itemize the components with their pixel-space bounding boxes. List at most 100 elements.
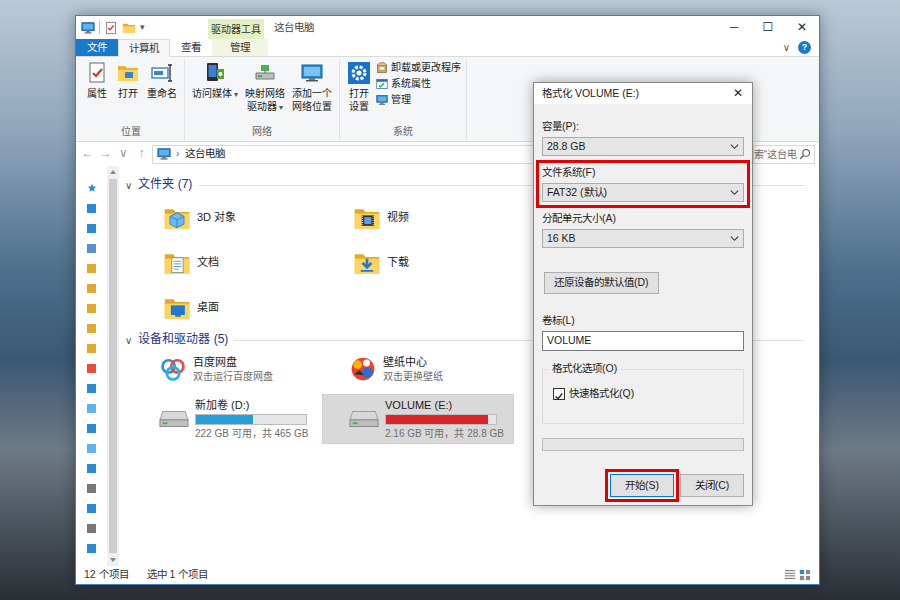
map-network-drive-button[interactable]: 映射网络驱动器▾ [243, 59, 287, 113]
folder-item[interactable]: 文档 [132, 240, 322, 285]
open-button[interactable]: 打开 [114, 59, 142, 101]
button-label-line: 设置 [349, 101, 369, 114]
ribbon-collapse-button[interactable]: ∨ [783, 41, 790, 54]
ribbon-tab[interactable]: 管理 [212, 39, 268, 56]
navigation-item-icon[interactable] [87, 404, 96, 413]
manage-button[interactable]: 管理 [376, 93, 461, 106]
add-network-location-button[interactable]: 添加一个网络位置 [290, 59, 334, 113]
breadcrumb-separator: › [176, 147, 180, 161]
ribbon-small-list: 卸载或更改程序系统属性管理 [376, 59, 461, 106]
item-cell: 文档 [132, 240, 322, 285]
rename-icon [150, 61, 174, 85]
scrollbar-thumb[interactable] [109, 179, 117, 553]
navigation-item-icon[interactable] [87, 464, 96, 473]
restore-defaults-button[interactable]: 还原设备的默认值(D) [544, 272, 659, 294]
chevron-down-icon [730, 188, 739, 197]
field-label: 卷标(L) [542, 314, 744, 327]
drive-text: 新加卷 (D:)222 GB 可用，共 465 GB [195, 398, 308, 440]
dropdown-caret: ▾ [234, 90, 238, 99]
maximize-button[interactable]: ☐ [751, 16, 785, 39]
folder-item[interactable]: 下载 [322, 240, 514, 285]
quick-access-dropdown[interactable]: ▾ [140, 22, 145, 34]
ribbon-tab[interactable]: 计算机 [118, 39, 170, 57]
details-view-icon[interactable] [784, 569, 796, 581]
recent-locations-button[interactable]: ∨ [116, 146, 131, 162]
navigation-item-icon[interactable] [87, 244, 96, 253]
folder-icon [122, 21, 136, 35]
help-button[interactable]: ? [798, 41, 811, 54]
navigation-item-icon[interactable] [87, 344, 96, 353]
dropdown-value: 16 KB [547, 232, 576, 246]
folder-item[interactable]: 3D 对象 [132, 195, 322, 240]
tiles-view-icon[interactable] [799, 569, 811, 581]
drive-icon [159, 409, 189, 429]
drive-text: VOLUME (E:) 2.16 GB 可用，共 28.8 GB [385, 398, 504, 440]
navigation-item-icon[interactable] [87, 264, 96, 273]
search-box[interactable]: 索“这台电 [753, 145, 815, 164]
desktop-folder-icon [163, 294, 191, 322]
drive-name: VOLUME (E:) [385, 398, 504, 412]
breadcrumb-item[interactable]: 这台电脑 [185, 147, 225, 161]
open-settings-button[interactable]: 打开设置 [345, 59, 373, 113]
folder-item[interactable]: 视频 [322, 195, 514, 240]
item-cell: 视频 [322, 195, 514, 240]
field-dropdown[interactable]: 16 KB [542, 229, 744, 248]
status-bar: 12 个项目选中 1 个项目 [76, 566, 819, 584]
navigation-item-icon[interactable] [87, 204, 96, 213]
add-network-location-icon [300, 61, 324, 85]
navigation-item-icon[interactable] [87, 384, 96, 393]
drive-item[interactable]: 新加卷 (D:)222 GB 可用，共 465 GB [132, 394, 322, 444]
navigation-item-icon[interactable] [87, 364, 96, 373]
start-button[interactable]: 开始(S) [610, 474, 674, 497]
navigation-item-icon[interactable] [87, 544, 96, 553]
system-properties-button[interactable]: 系统属性 [376, 77, 461, 90]
quick-format-checkbox-row[interactable]: 快速格式化(Q) [553, 387, 733, 401]
drive-item[interactable]: VOLUME (E:) 2.16 GB 可用，共 28.8 GB [322, 394, 514, 444]
section-toggle[interactable]: ∨ [125, 334, 132, 347]
app-item[interactable]: 百度网盘双击运行百度网盘 [132, 350, 322, 388]
scroll-down-button[interactable] [107, 554, 119, 566]
navigation-item-icon[interactable] [87, 484, 96, 493]
section-toggle[interactable]: ∨ [125, 179, 132, 192]
volume-label-input[interactable]: VOLUME [542, 331, 744, 351]
navigation-item-icon[interactable] [87, 424, 96, 433]
item-cell: 壁纸中心双击更换壁纸 [322, 350, 514, 388]
minimize-button[interactable]: ─ [717, 16, 751, 39]
properties-icon [104, 21, 118, 35]
drive-space: 222 GB 可用，共 465 GB [195, 427, 308, 440]
scroll-up-button[interactable] [107, 166, 119, 178]
rename-button[interactable]: 重命名 [145, 59, 179, 101]
forward-button[interactable]: → [98, 146, 113, 162]
navigation-item-icon[interactable] [87, 324, 96, 333]
navigation-item-icon[interactable] [87, 224, 96, 233]
navigation-item-icon[interactable] [87, 304, 96, 313]
close-button[interactable]: ✕ [785, 16, 819, 39]
access-media-button[interactable]: 访问媒体▾ [190, 59, 240, 101]
properties-button[interactable]: 属性 [83, 59, 111, 101]
ribbon-tab[interactable]: 查看 [170, 39, 212, 56]
ribbon-tab[interactable]: 文件 [76, 39, 118, 56]
documents-folder-icon [163, 249, 191, 277]
up-button[interactable]: ↑ [134, 146, 149, 162]
ribbon-group-buttons: 访问媒体▾映射网络驱动器▾添加一个网络位置 [190, 59, 334, 125]
app-item[interactable]: 壁纸中心双击更换壁纸 [322, 350, 514, 388]
drive-usage-fill [196, 415, 253, 424]
button-label: 重命名 [147, 88, 177, 99]
navigation-item-icon[interactable] [87, 524, 96, 533]
button-label: 访问媒体 [192, 88, 232, 99]
folder-item[interactable]: 桌面 [132, 285, 322, 330]
dialog-close-button[interactable]: ✕ [724, 86, 752, 102]
field-dropdown[interactable]: 28.8 GB [542, 137, 744, 156]
navigation-scrollbar[interactable] [107, 166, 119, 566]
close-button[interactable]: 关闭(C) [680, 474, 744, 497]
uninstall-program-button[interactable]: 卸载或更改程序 [376, 61, 461, 74]
navigation-item-icon[interactable] [87, 504, 96, 513]
checkbox[interactable] [553, 388, 565, 400]
field-dropdown[interactable]: FAT32 (默认) [542, 183, 744, 202]
navigation-item-icon[interactable] [87, 444, 96, 453]
back-button[interactable]: ← [80, 146, 95, 162]
quick-access-toolbar: ▾ [76, 16, 208, 39]
drive-space: 2.16 GB 可用，共 28.8 GB [385, 427, 504, 440]
map-network-drive-icon [253, 61, 277, 85]
navigation-item-icon[interactable] [87, 284, 96, 293]
